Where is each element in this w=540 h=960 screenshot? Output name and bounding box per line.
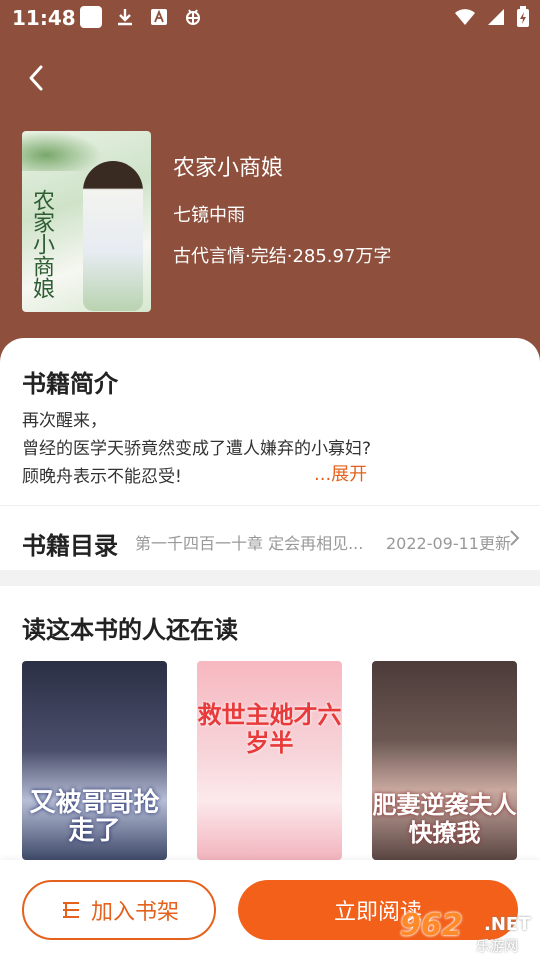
notification-icons [80,6,204,28]
book-title: 农家小商娘 [173,156,284,181]
download-icon [114,6,136,28]
signal-icon [486,7,506,31]
update-date: 2022-09-11更新 [386,534,511,553]
chevron-left-icon [29,65,43,91]
font-app-icon [148,6,170,28]
watermark-sub: 乐游网 [476,939,518,955]
back-button[interactable] [18,60,54,96]
intro-heading: 书籍简介 [22,370,118,398]
toc-heading: 书籍目录 [22,532,118,560]
recommend-heading: 读这本书的人还在读 [22,616,238,644]
site-watermark: 962 .NET 乐游网 [400,908,536,956]
intro-line: 顾晚舟表示不能忍受! [22,467,182,487]
bug-app-icon [182,6,204,28]
watermark-net: .NET [484,914,531,935]
recommended-book-cover[interactable]: 救世主她才六岁半 [197,661,342,860]
intro-line: 曾经的医学天骄竟然变成了遭人嫌弃的小寡妇? [22,439,372,459]
status-time: 11:48 [12,6,76,30]
recommended-book-cover[interactable]: 又被哥哥抢走了 [22,661,167,860]
cover-title-art: 救世主她才六岁半 [197,700,342,757]
book-header: 11:48 农家小商娘 农家小商娘 七镜中雨 古代言情·完结·285.97万字 [0,0,540,380]
latest-chapter: 第一千四百一十章 定会再相见... [135,534,364,553]
cover-figure [83,161,143,311]
recommended-book-cover[interactable]: 肥妻逆袭夫人快撩我 [372,661,517,860]
system-status-icons [454,6,530,32]
cover-foliage [22,131,102,171]
expand-intro-button[interactable]: ...展开 [314,460,367,486]
book-meta: 古代言情·完结·285.97万字 [173,246,392,267]
intro-line: 再次醒来， [22,411,107,431]
app-notification-icon [80,6,102,28]
add-to-shelf-label: 加入书架 [90,900,179,925]
book-cover: 农家小商娘 [22,131,151,312]
watermark-number: 962 [400,908,463,943]
section-gap [0,570,540,586]
table-of-contents-row[interactable]: 书籍目录 第一千四百一十章 定会再相见... 2022-09-11更新 [0,506,540,570]
cover-title-art: 肥妻逆袭夫人快撩我 [372,790,517,847]
add-to-shelf-button[interactable]: 加入书架 [22,880,216,940]
wifi-icon [454,7,476,31]
cover-title-art: 又被哥哥抢走了 [29,788,160,846]
chevron-right-icon [510,530,520,546]
bookshelf-icon [62,902,79,918]
book-author: 七镜中雨 [173,205,245,226]
battery-icon [516,6,530,32]
status-bar: 11:48 [0,0,540,38]
cover-title-art: 农家小商娘 [29,189,54,299]
